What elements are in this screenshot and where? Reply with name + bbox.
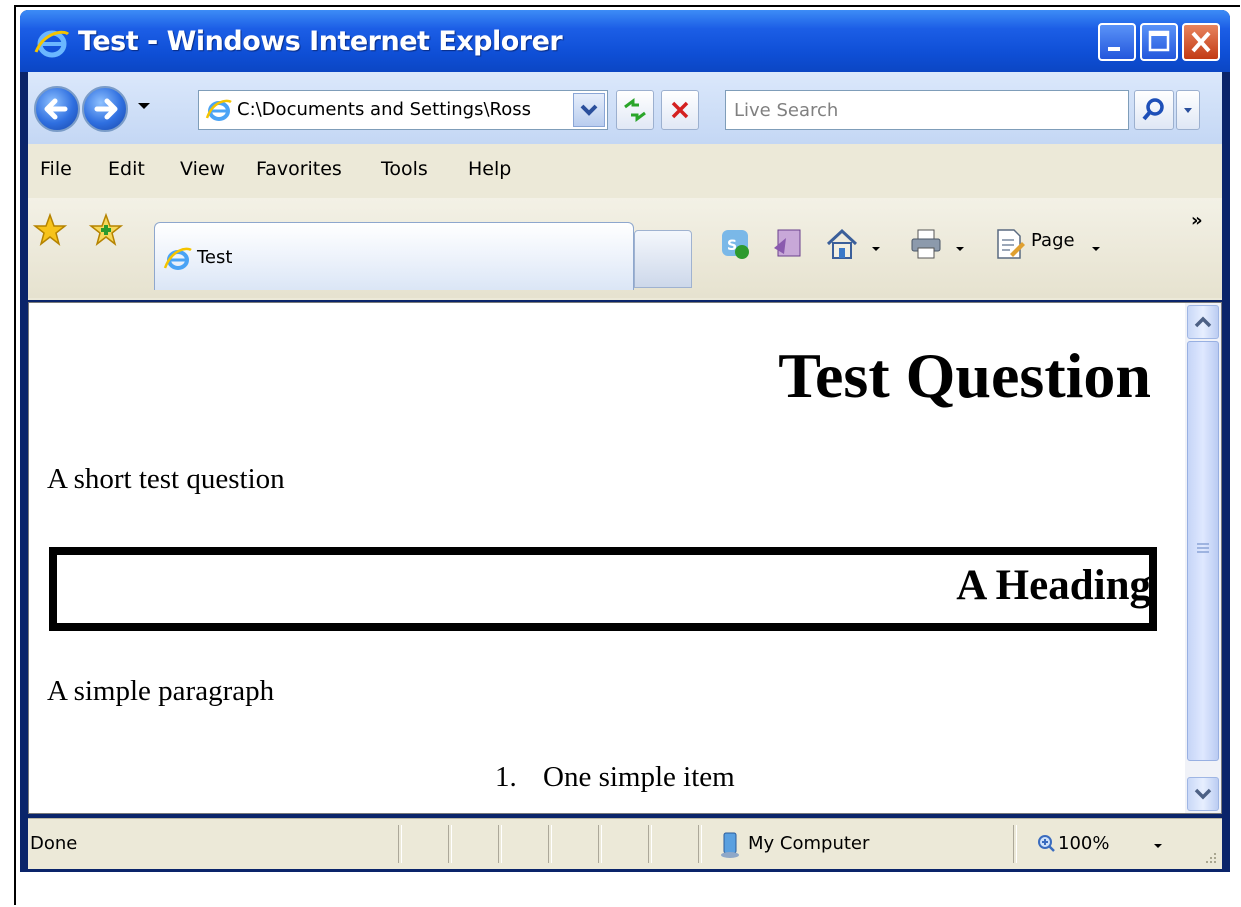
zoom-level[interactable]: 100% xyxy=(1058,833,1109,854)
ie-page-icon xyxy=(163,247,192,270)
tab-label: Test xyxy=(197,247,233,268)
status-bar: Done My Computer 100% xyxy=(28,818,1222,869)
forward-arrow-icon xyxy=(94,98,118,120)
page-heading-test-question: Test Question xyxy=(778,340,1151,411)
computer-zone-icon xyxy=(721,832,739,858)
scroll-up-button[interactable] xyxy=(1187,305,1219,339)
ie-window: Test - Windows Internet Explorer C:\Docu… xyxy=(20,10,1230,872)
page-menu-label[interactable]: Page xyxy=(1031,230,1075,251)
status-divider xyxy=(598,825,602,863)
svg-text:S: S xyxy=(727,238,737,254)
stop-icon xyxy=(671,101,689,119)
more-commands-chevron[interactable]: » xyxy=(1191,210,1203,231)
chevron-up-icon xyxy=(1194,316,1212,328)
address-toolbar: C:\Documents and Settings\Ross Live Sear… xyxy=(28,72,1222,144)
minimize-icon xyxy=(1108,47,1120,51)
status-divider xyxy=(648,825,652,863)
maximize-button[interactable] xyxy=(1140,23,1178,61)
maximize-icon xyxy=(1148,30,1170,52)
search-button[interactable] xyxy=(1134,90,1174,130)
favorites-tab-bar: Test S Page » xyxy=(28,198,1222,298)
add-favorite-star-icon[interactable] xyxy=(88,212,124,248)
address-dropdown-button[interactable] xyxy=(573,93,605,127)
menu-bar: File Edit View Favorites Tools Help xyxy=(28,144,1222,199)
status-divider xyxy=(698,825,702,863)
browser-chrome: C:\Documents and Settings\Ross Live Sear… xyxy=(28,72,1222,300)
search-options-button[interactable] xyxy=(1176,90,1200,130)
menu-view[interactable]: View xyxy=(180,158,225,180)
bordered-heading-box: A Heading xyxy=(49,547,1157,631)
feeds-icon[interactable]: S xyxy=(718,226,754,262)
list-item: One simple item xyxy=(543,761,735,793)
recent-pages-dropdown-icon[interactable] xyxy=(136,100,152,112)
list-item-number: 1. xyxy=(495,761,517,793)
resize-grip-icon[interactable] xyxy=(1202,849,1218,865)
refresh-icon xyxy=(624,98,646,122)
status-divider xyxy=(498,825,502,863)
menu-tools[interactable]: Tools xyxy=(381,158,428,180)
search-icon xyxy=(1142,98,1164,121)
favorites-center-star-icon[interactable] xyxy=(32,212,68,248)
zoom-dropdown-icon[interactable] xyxy=(1152,841,1164,851)
refresh-button[interactable] xyxy=(616,90,654,130)
security-zone-label[interactable]: My Computer xyxy=(748,833,869,854)
minimize-button[interactable] xyxy=(1098,23,1136,61)
zoom-icon[interactable] xyxy=(1036,833,1056,853)
grip-icon xyxy=(1197,543,1209,553)
paragraph-short-test-question: A short test question xyxy=(47,463,285,495)
status-divider xyxy=(1013,825,1017,863)
print-icon[interactable] xyxy=(908,226,944,262)
home-icon[interactable] xyxy=(824,226,860,262)
chevron-down-icon xyxy=(1184,108,1192,113)
ie-page-icon xyxy=(205,99,232,121)
search-input[interactable]: Live Search xyxy=(725,90,1129,130)
close-icon xyxy=(1191,31,1211,53)
status-divider xyxy=(448,825,452,863)
home-dropdown-icon[interactable] xyxy=(870,244,882,254)
page-content: Test Question A short test question A He… xyxy=(29,303,1175,813)
menu-file[interactable]: File xyxy=(40,158,72,180)
stop-button[interactable] xyxy=(661,90,699,130)
menu-help[interactable]: Help xyxy=(468,158,511,180)
status-divider xyxy=(548,825,552,863)
ie-logo-icon xyxy=(34,30,70,58)
page-icon[interactable] xyxy=(992,226,1028,262)
page-viewport: Test Question A short test question A He… xyxy=(28,302,1222,814)
page-heading-a-heading: A Heading xyxy=(956,562,1151,609)
address-field[interactable]: C:\Documents and Settings\Ross xyxy=(198,90,608,130)
window-title: Test - Windows Internet Explorer xyxy=(78,26,563,57)
back-button[interactable] xyxy=(34,86,80,132)
address-url: C:\Documents and Settings\Ross xyxy=(237,99,531,120)
menu-edit[interactable]: Edit xyxy=(108,158,145,180)
paragraph-simple: A simple paragraph xyxy=(47,675,275,707)
chevron-down-icon xyxy=(1194,788,1212,800)
status-text: Done xyxy=(30,833,78,854)
scroll-thumb[interactable] xyxy=(1187,341,1219,761)
forward-button[interactable] xyxy=(82,86,128,132)
tab-test[interactable]: Test xyxy=(154,222,634,290)
status-divider xyxy=(398,825,402,863)
close-button[interactable] xyxy=(1182,23,1220,61)
menu-favorites[interactable]: Favorites xyxy=(256,158,342,180)
search-placeholder: Live Search xyxy=(734,100,839,121)
title-bar[interactable]: Test - Windows Internet Explorer xyxy=(20,10,1230,72)
print-dropdown-icon[interactable] xyxy=(954,244,966,254)
scroll-down-button[interactable] xyxy=(1187,777,1219,811)
chevron-down-icon xyxy=(580,104,598,116)
page-dropdown-icon[interactable] xyxy=(1090,244,1102,254)
research-icon[interactable] xyxy=(770,226,806,262)
vertical-scrollbar[interactable] xyxy=(1185,303,1221,813)
new-tab-button[interactable] xyxy=(634,230,692,288)
back-arrow-icon xyxy=(44,98,68,120)
